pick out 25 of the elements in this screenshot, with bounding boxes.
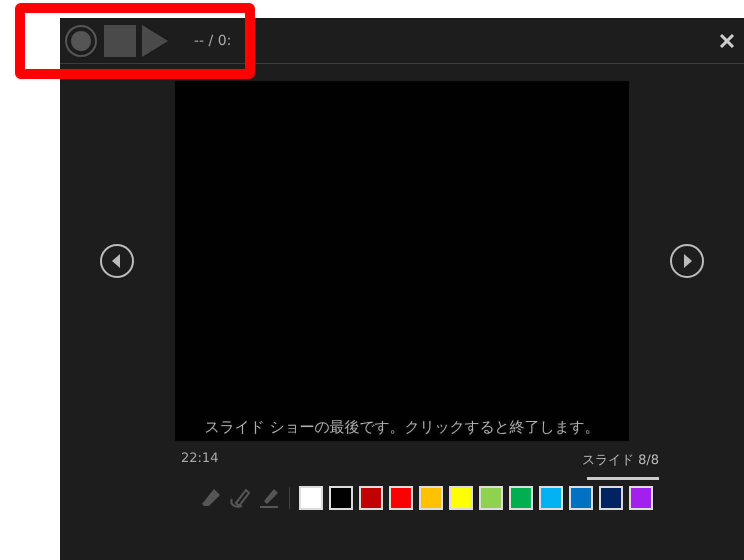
color-swatch[interactable]	[509, 486, 533, 510]
recording-time: -- / 0:	[194, 32, 232, 48]
color-swatch[interactable]	[449, 486, 473, 510]
color-swatch[interactable]	[629, 486, 653, 510]
color-swatch[interactable]	[479, 486, 503, 510]
eraser-icon[interactable]	[200, 487, 222, 509]
highlighter-icon[interactable]	[258, 487, 280, 509]
slide[interactable]: スライド ショーの最後です。クリックすると終了します。	[174, 81, 630, 441]
slide-caption: スライド ショーの最後です。クリックすると終了します。	[204, 418, 600, 438]
color-swatch[interactable]	[419, 486, 443, 510]
color-swatch[interactable]	[599, 486, 623, 510]
color-swatch[interactable]	[539, 486, 563, 510]
color-swatch[interactable]	[359, 486, 383, 510]
pen-icon[interactable]	[228, 487, 252, 509]
close-icon[interactable]	[720, 34, 734, 48]
record-icon[interactable]	[64, 24, 98, 58]
color-swatch[interactable]	[569, 486, 593, 510]
next-icon[interactable]	[668, 243, 705, 279]
play-icon[interactable]	[142, 24, 168, 56]
clock: 22:14	[181, 451, 218, 468]
color-swatch[interactable]	[299, 486, 323, 510]
slide-counter: スライド 8/8	[582, 452, 659, 469]
color-swatch[interactable]	[389, 486, 413, 510]
previous-icon[interactable]	[99, 243, 136, 279]
color-swatch[interactable]	[329, 486, 353, 510]
